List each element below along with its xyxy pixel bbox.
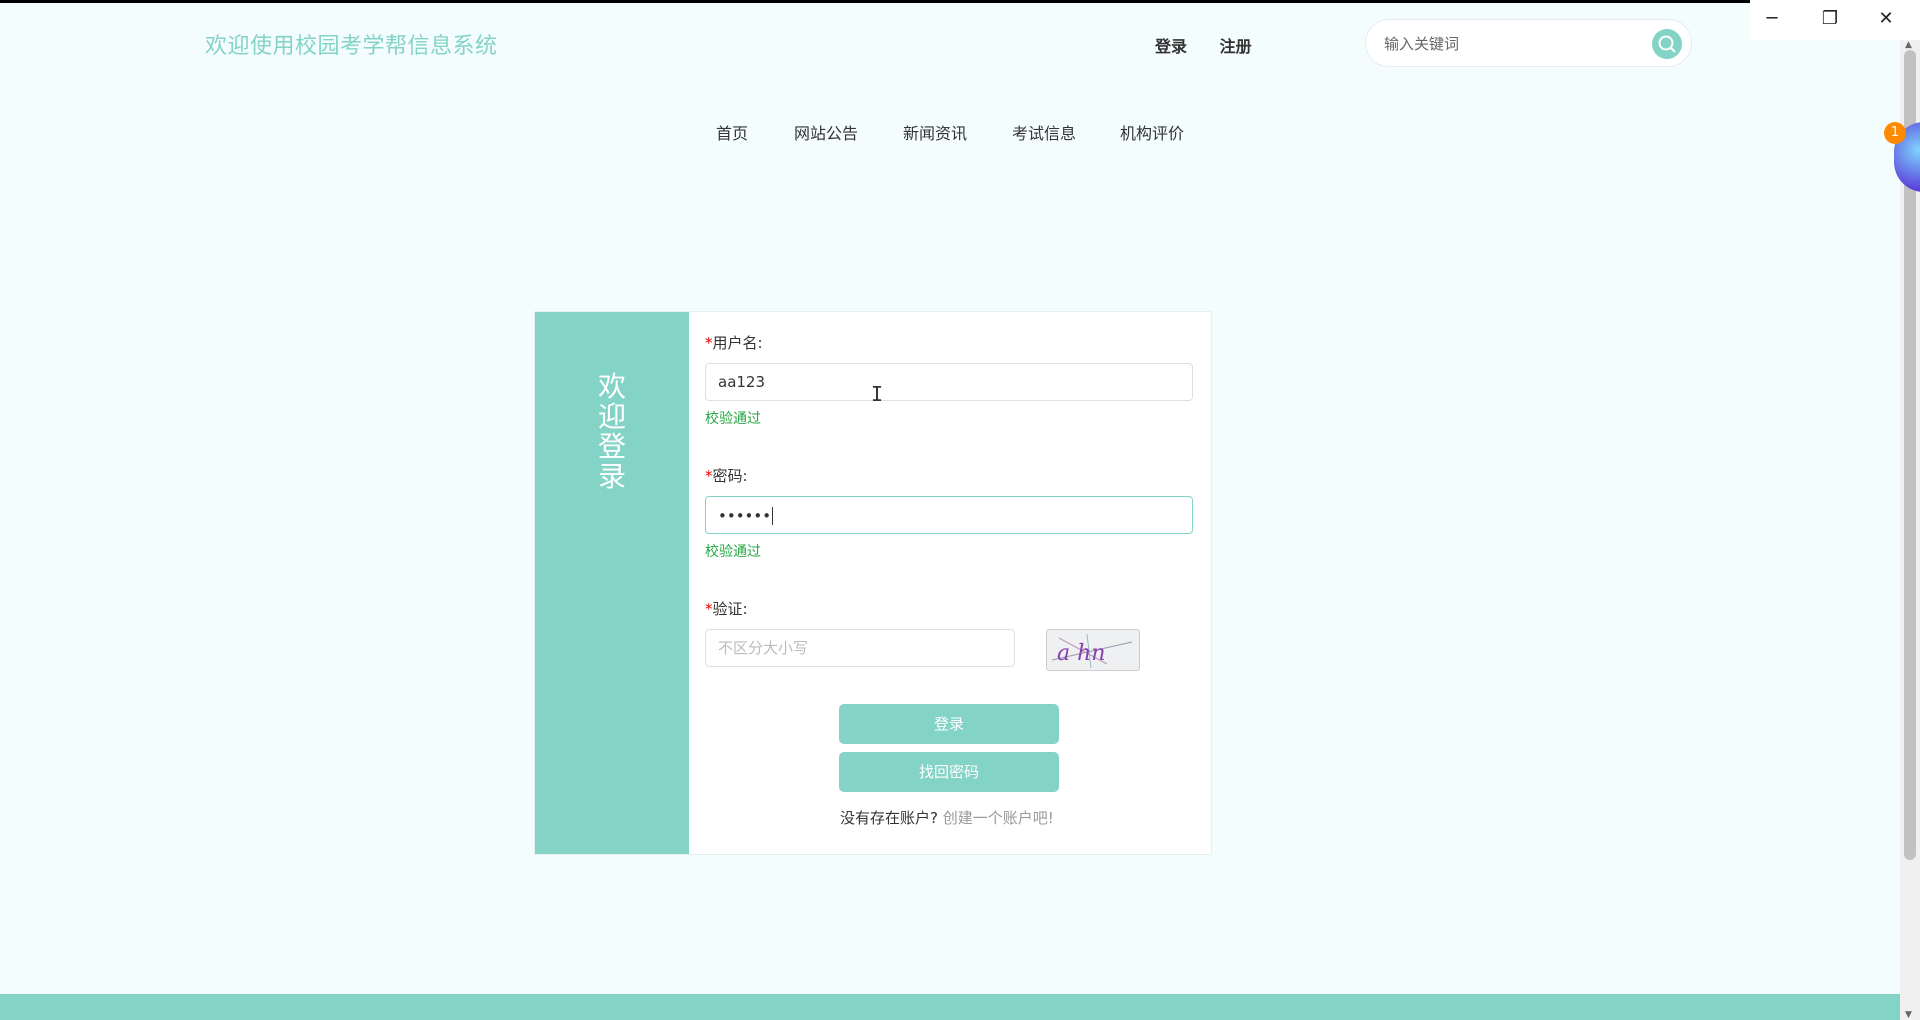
- side-title-char: 迎: [597, 400, 626, 433]
- captcha-label: *验证:: [705, 598, 748, 619]
- captcha-label-text: 验证:: [712, 600, 748, 618]
- required-mark: *: [705, 334, 713, 352]
- nav-item-news[interactable]: 新闻资讯: [903, 120, 967, 144]
- required-mark: *: [705, 600, 713, 618]
- side-title-char: 欢: [597, 370, 626, 403]
- captcha-graphic: a hn: [1051, 633, 1133, 669]
- side-title-char: 录: [597, 460, 626, 493]
- search-button[interactable]: [1652, 29, 1682, 59]
- text-caret: [772, 507, 774, 525]
- captcha-input[interactable]: [705, 629, 1015, 667]
- assistant-widget[interactable]: 1: [1884, 110, 1920, 200]
- login-button[interactable]: 登录: [839, 704, 1059, 744]
- username-label-text: 用户名:: [712, 334, 763, 352]
- minimize-icon[interactable]: ─: [1760, 8, 1784, 29]
- register-prompt: 没有存在账户? 创建一个账户吧!: [840, 807, 1054, 828]
- captcha-image[interactable]: a hn: [1046, 629, 1140, 671]
- password-status: 校验通过: [705, 544, 761, 560]
- nav-item-institution-reviews[interactable]: 机构评价: [1120, 120, 1184, 144]
- nav-item-announcements[interactable]: 网站公告: [794, 120, 858, 144]
- username-input[interactable]: [705, 363, 1193, 401]
- password-value: ••••••: [718, 507, 772, 525]
- window-controls: ─ ❐ ✕: [1750, 0, 1920, 40]
- login-side-title: 欢 迎 登 录: [592, 372, 632, 492]
- required-mark: *: [705, 467, 713, 485]
- recover-password-button[interactable]: 找回密码: [839, 752, 1059, 792]
- side-title-char: 登: [597, 430, 626, 463]
- password-label-text: 密码:: [712, 467, 748, 485]
- scroll-down-icon[interactable]: ▼: [1905, 1010, 1912, 1020]
- login-link[interactable]: 登录: [1155, 37, 1187, 56]
- text-cursor-icon: I: [871, 382, 884, 406]
- username-status: 校验通过: [705, 411, 761, 427]
- captcha-text: a hn: [1057, 641, 1105, 666]
- login-side-panel: 欢 迎 登 录: [535, 312, 689, 854]
- nav-item-exam-info[interactable]: 考试信息: [1012, 120, 1076, 144]
- search-box: [1365, 19, 1692, 67]
- username-label: *用户名:: [705, 332, 763, 353]
- password-input[interactable]: ••••••: [705, 496, 1193, 534]
- restore-icon[interactable]: ❐: [1818, 8, 1842, 29]
- nav-item-home[interactable]: 首页: [716, 120, 748, 144]
- scroll-up-icon[interactable]: ▲: [1905, 40, 1912, 50]
- window-top-border: [0, 0, 1920, 3]
- footer-bar: [0, 994, 1900, 1020]
- search-input[interactable]: [1382, 32, 1636, 56]
- notification-badge: 1: [1884, 122, 1906, 144]
- search-icon: [1658, 35, 1676, 53]
- password-label: *密码:: [705, 465, 748, 486]
- register-link[interactable]: 注册: [1220, 37, 1252, 56]
- auth-links: 登录 注册: [1155, 33, 1279, 57]
- close-icon[interactable]: ✕: [1874, 8, 1898, 29]
- site-title: 欢迎使用校园考学帮信息系统: [205, 34, 498, 59]
- create-account-link[interactable]: 创建一个账户吧!: [943, 809, 1054, 827]
- no-account-text: 没有存在账户?: [840, 809, 938, 827]
